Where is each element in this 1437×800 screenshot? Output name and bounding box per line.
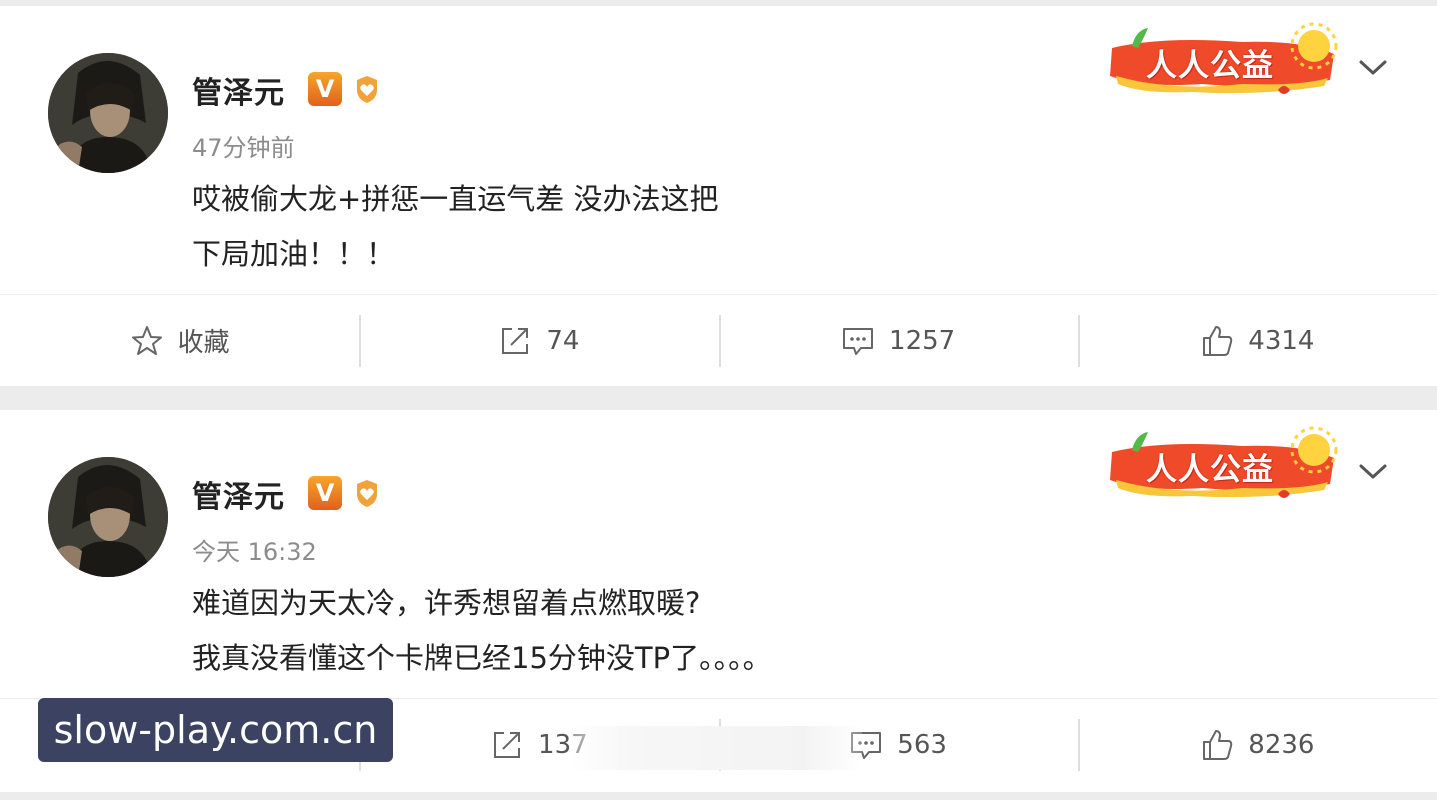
post-text-line: 下局加油！！！ — [192, 237, 396, 271]
post-time: 今天 16:32 — [192, 538, 317, 566]
comment-button[interactable]: 1257 — [718, 295, 1078, 386]
promo-banner[interactable]: 人人公益 — [1102, 18, 1342, 98]
favorite-button[interactable]: 收藏 — [0, 295, 359, 386]
promo-label: 人人公益 — [1146, 452, 1274, 488]
promo-label: 人人公益 — [1146, 48, 1274, 84]
favorite-label: 收藏 — [177, 328, 230, 358]
like-icon — [1203, 325, 1233, 356]
post-text-line: 哎被偷大龙+拼惩一直运气差 没办法这把 — [192, 182, 719, 216]
avatar[interactable] — [48, 53, 168, 173]
chevron-down-icon[interactable] — [1356, 454, 1390, 488]
comment-icon — [843, 327, 874, 355]
username[interactable]: 管泽元 — [192, 472, 285, 516]
action-bar: 收藏 74 1257 4314 — [0, 295, 1437, 386]
star-icon — [131, 325, 162, 355]
avatar[interactable] — [48, 457, 168, 577]
post-time: 47分钟前 — [192, 134, 295, 162]
like-count: 8236 — [1248, 729, 1315, 760]
blurred-region — [572, 726, 862, 770]
like-icon — [1203, 729, 1233, 760]
post-text-line: 难道因为天太冷，许秀想留着点燃取暖? — [192, 586, 701, 620]
like-count: 4314 — [1248, 325, 1315, 356]
verified-v-icon: V — [308, 72, 342, 106]
comment-count: 563 — [897, 729, 947, 760]
heart-badge-icon[interactable] — [350, 72, 384, 106]
heart-badge-icon[interactable] — [350, 476, 384, 510]
post-text-line: 我真没看懂这个卡牌已经15分钟没TP了。。。。 — [192, 641, 772, 675]
post-card: 管泽元 V 47分钟前 哎被偷大龙+拼惩一直运气差 没办法这把 下局加油！！！ … — [0, 6, 1437, 386]
repost-button[interactable]: 74 — [359, 295, 718, 386]
username[interactable]: 管泽元 — [192, 68, 285, 112]
chevron-down-icon[interactable] — [1356, 50, 1390, 84]
verified-v-icon: V — [308, 476, 342, 510]
like-button[interactable]: 4314 — [1077, 295, 1437, 386]
watermark: slow-play.com.cn — [38, 698, 393, 762]
like-button[interactable]: 8236 — [1077, 699, 1437, 790]
repost-count: 74 — [546, 325, 580, 356]
repost-icon — [502, 327, 529, 354]
comment-count: 1257 — [889, 325, 956, 356]
promo-banner[interactable]: 人人公益 — [1102, 422, 1342, 502]
repost-icon — [494, 731, 521, 758]
